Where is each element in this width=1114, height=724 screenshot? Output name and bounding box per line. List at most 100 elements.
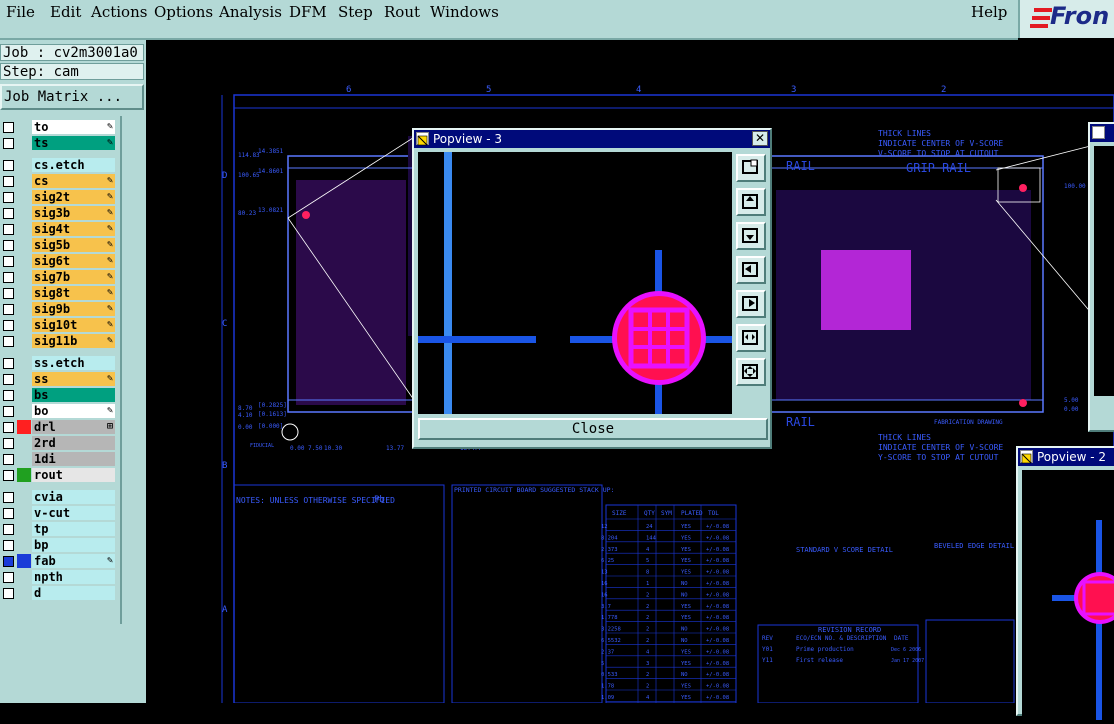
- menu-windows[interactable]: Windows: [430, 3, 499, 21]
- layer-checkbox[interactable]: [3, 160, 14, 171]
- layer-name[interactable]: npth: [32, 570, 115, 584]
- layer-checkbox[interactable]: [3, 208, 14, 219]
- layer-name[interactable]: sig10t ✎: [32, 318, 115, 332]
- popview-2-view[interactable]: [1022, 470, 1114, 720]
- layer-checkbox[interactable]: [3, 374, 14, 385]
- layer-row-sig8t[interactable]: sig8t ✎: [0, 286, 116, 300]
- layer-name[interactable]: bp: [32, 538, 115, 552]
- layer-checkbox[interactable]: [3, 524, 14, 535]
- menu-file[interactable]: File: [6, 3, 35, 21]
- layer-checkbox[interactable]: [3, 390, 14, 401]
- layer-checkbox[interactable]: [3, 454, 14, 465]
- popview-partial-view[interactable]: [1094, 146, 1114, 396]
- layer-checkbox[interactable]: [3, 320, 14, 331]
- layer-name[interactable]: rout: [32, 468, 115, 482]
- layer-row-drl[interactable]: drl ⊞: [0, 420, 116, 434]
- layer-name[interactable]: cvia: [32, 490, 115, 504]
- menu-help[interactable]: Help: [971, 3, 1007, 21]
- layer-row-sig5b[interactable]: sig5b ✎: [0, 238, 116, 252]
- layer-name[interactable]: fab ✎: [32, 554, 115, 568]
- close-button[interactable]: Close: [418, 418, 768, 440]
- layer-checkbox[interactable]: [3, 556, 14, 567]
- layer-name[interactable]: d: [32, 586, 115, 600]
- job-matrix-button[interactable]: Job Matrix ...: [0, 84, 144, 110]
- layer-name[interactable]: sig5b ✎: [32, 238, 115, 252]
- menu-rout[interactable]: Rout: [384, 3, 420, 21]
- layer-name[interactable]: sig7b ✎: [32, 270, 115, 284]
- popview-partial-window[interactable]: [1088, 122, 1114, 432]
- layer-row-cs[interactable]: cs ✎: [0, 174, 116, 188]
- layer-row-fab[interactable]: fab ✎: [0, 554, 116, 568]
- layer-checkbox[interactable]: [3, 272, 14, 283]
- menu-analysis[interactable]: Analysis: [219, 3, 282, 21]
- layer-name[interactable]: 1di: [32, 452, 115, 466]
- layer-name[interactable]: ts ✎: [32, 136, 115, 150]
- layer-row-to[interactable]: to ✎: [0, 120, 116, 134]
- layer-name[interactable]: bo ✎: [32, 404, 115, 418]
- layer-checkbox[interactable]: [3, 138, 14, 149]
- layer-row-sig11b[interactable]: sig11b ✎: [0, 334, 116, 348]
- layer-checkbox[interactable]: [3, 176, 14, 187]
- pan-up-icon[interactable]: [736, 188, 766, 216]
- layer-row-cvia[interactable]: cvia: [0, 490, 116, 504]
- layer-checkbox[interactable]: [3, 406, 14, 417]
- layer-row-sig9b[interactable]: sig9b ✎: [0, 302, 116, 316]
- pan-left-icon[interactable]: [736, 256, 766, 284]
- layer-row-rout[interactable]: rout: [0, 468, 116, 482]
- layer-checkbox[interactable]: [3, 358, 14, 369]
- layer-checkbox[interactable]: [3, 122, 14, 133]
- layer-name[interactable]: sig4t ✎: [32, 222, 115, 236]
- window-menu-icon[interactable]: [1092, 126, 1105, 139]
- pan-right-icon[interactable]: [736, 290, 766, 318]
- layer-row-sig10t[interactable]: sig10t ✎: [0, 318, 116, 332]
- layer-name[interactable]: ss ✎: [32, 372, 115, 386]
- zoom-in-icon[interactable]: [736, 358, 766, 386]
- window-menu-icon[interactable]: [1020, 450, 1033, 464]
- layer-row-cs.etch[interactable]: cs.etch: [0, 158, 116, 172]
- layer-name[interactable]: drl ⊞: [32, 420, 115, 434]
- layer-checkbox[interactable]: [3, 508, 14, 519]
- layer-row-ss.etch[interactable]: ss.etch: [0, 356, 116, 370]
- layer-name[interactable]: sig11b ✎: [32, 334, 115, 348]
- layer-row-ts[interactable]: ts ✎: [0, 136, 116, 150]
- layer-row-npth[interactable]: npth: [0, 570, 116, 584]
- layer-name[interactable]: sig2t ✎: [32, 190, 115, 204]
- layer-checkbox[interactable]: [3, 492, 14, 503]
- layer-name[interactable]: cs.etch: [32, 158, 115, 172]
- popview-3-titlebar[interactable]: Popview - 3 ✕: [414, 130, 770, 148]
- layer-row-sig6t[interactable]: sig6t ✎: [0, 254, 116, 268]
- layer-checkbox[interactable]: [3, 540, 14, 551]
- popview-2-window[interactable]: Popview - 2: [1016, 446, 1114, 720]
- menu-options[interactable]: Options: [154, 3, 213, 21]
- layer-checkbox[interactable]: [3, 256, 14, 267]
- layer-name[interactable]: to ✎: [32, 120, 115, 134]
- layer-checkbox[interactable]: [3, 438, 14, 449]
- layer-checkbox[interactable]: [3, 304, 14, 315]
- layer-checkbox[interactable]: [3, 192, 14, 203]
- layer-checkbox[interactable]: [3, 470, 14, 481]
- layer-row-v-cut[interactable]: v-cut: [0, 506, 116, 520]
- layer-row-sig4t[interactable]: sig4t ✎: [0, 222, 116, 236]
- layer-row-sig2t[interactable]: sig2t ✎: [0, 190, 116, 204]
- layer-row-bo[interactable]: bo ✎: [0, 404, 116, 418]
- layer-name[interactable]: bs: [32, 388, 115, 402]
- layer-name[interactable]: sig9b ✎: [32, 302, 115, 316]
- popview-3-window[interactable]: Popview - 3 ✕ Close: [412, 128, 772, 449]
- popview-3-view[interactable]: [418, 152, 732, 414]
- layer-checkbox[interactable]: [3, 224, 14, 235]
- layer-row-ss[interactable]: ss ✎: [0, 372, 116, 386]
- menu-actions[interactable]: Actions: [91, 3, 147, 21]
- layer-row-d[interactable]: d: [0, 586, 116, 600]
- layer-row-bp[interactable]: bp: [0, 538, 116, 552]
- menu-dfm[interactable]: DFM: [289, 3, 327, 21]
- layer-row-bs[interactable]: bs: [0, 388, 116, 402]
- layer-checkbox[interactable]: [3, 240, 14, 251]
- window-menu-icon[interactable]: [416, 132, 429, 146]
- popview-2-titlebar[interactable]: Popview - 2: [1018, 448, 1114, 466]
- layer-name[interactable]: tp: [32, 522, 115, 536]
- zoom-window-icon[interactable]: [736, 154, 766, 182]
- layer-row-2rd[interactable]: 2rd: [0, 436, 116, 450]
- pan-down-icon[interactable]: [736, 222, 766, 250]
- layer-row-sig3b[interactable]: sig3b ✎: [0, 206, 116, 220]
- layer-name[interactable]: sig8t ✎: [32, 286, 115, 300]
